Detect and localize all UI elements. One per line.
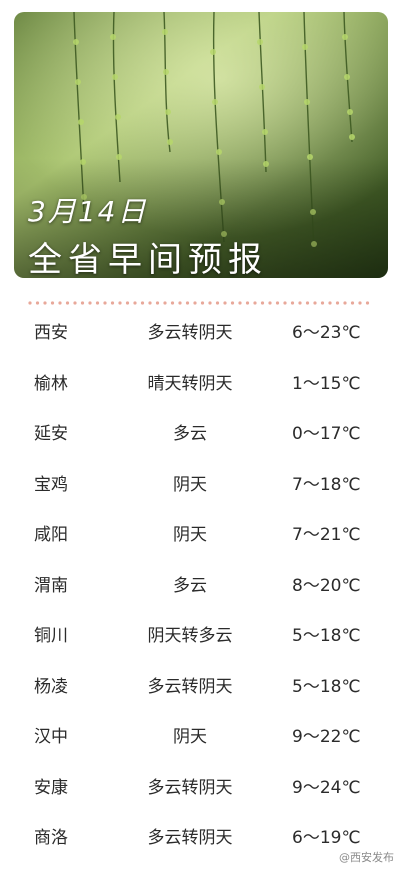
weather-condition: 多云转阴天: [147, 777, 233, 798]
temperature-range: 1～15℃: [292, 373, 361, 394]
weather-condition: 阴天: [173, 474, 207, 495]
weather-condition: 多云转阴天: [147, 676, 233, 697]
forecast-row: 铜川 阴天转多云 5～18℃: [0, 611, 400, 662]
city-name: 杨凌: [34, 676, 68, 697]
weather-condition: 多云转阴天: [147, 323, 233, 343]
city-name: 榆林: [34, 373, 68, 394]
forecast-row: 汉中 阴天 9～22℃: [0, 712, 400, 763]
temperature-range: 0～17℃: [292, 424, 361, 444]
forecast-row: 渭南 多云 8～20℃: [0, 561, 400, 612]
weather-condition: 晴天转阴天: [147, 373, 233, 394]
weather-condition: 阴天转多云: [147, 626, 233, 646]
weather-condition: 多云: [173, 575, 207, 596]
forecast-row: 榆林 晴天转阴天 1～15℃: [0, 359, 400, 410]
temperature-range: 5～18℃: [292, 626, 361, 646]
forecast-row: 咸阳 阴天 7～21℃: [0, 510, 400, 561]
temperature-range: 5～18℃: [292, 676, 361, 697]
weather-condition: 多云: [173, 424, 207, 444]
dotted-divider: [28, 301, 370, 305]
city-name: 安康: [34, 777, 68, 798]
weather-condition: 多云转阴天: [147, 828, 233, 848]
header-banner: 3月14日 全省早间预报: [14, 12, 388, 278]
weather-condition: 阴天: [173, 525, 207, 545]
temperature-range: 7～18℃: [292, 474, 361, 495]
forecast-date: 3月14日: [28, 195, 148, 228]
forecast-row: 延安 多云 0～17℃: [0, 409, 400, 460]
forecast-row: 宝鸡 阴天 7～18℃: [0, 460, 400, 511]
temperature-range: 7～21℃: [292, 525, 361, 545]
temperature-range: 9～24℃: [292, 777, 361, 798]
weather-condition: 阴天: [173, 727, 207, 747]
city-name: 咸阳: [34, 525, 68, 545]
city-name: 铜川: [34, 626, 68, 646]
city-name: 西安: [34, 323, 68, 343]
forecast-row: 西安 多云转阴天 6～23℃: [0, 308, 400, 359]
forecast-row: 安康 多云转阴天 9～24℃: [0, 763, 400, 814]
source-watermark: @西安发布: [339, 851, 394, 864]
temperature-range: 9～22℃: [292, 727, 361, 747]
city-name: 汉中: [34, 727, 68, 747]
temperature-range: 6～23℃: [292, 323, 361, 343]
city-name: 延安: [34, 424, 68, 444]
forecast-row: 杨凌 多云转阴天 5～18℃: [0, 662, 400, 713]
temperature-range: 8～20℃: [292, 575, 361, 596]
forecast-title: 全省早间预报: [28, 240, 268, 278]
city-name: 宝鸡: [34, 474, 68, 495]
city-name: 渭南: [34, 575, 68, 596]
forecast-table: 西安 多云转阴天 6～23℃ 榆林 晴天转阴天 1～15℃ 延安 多云 0～17℃ 宝鸡 阴天 7～1…: [0, 308, 400, 864]
city-name: 商洛: [34, 828, 68, 848]
